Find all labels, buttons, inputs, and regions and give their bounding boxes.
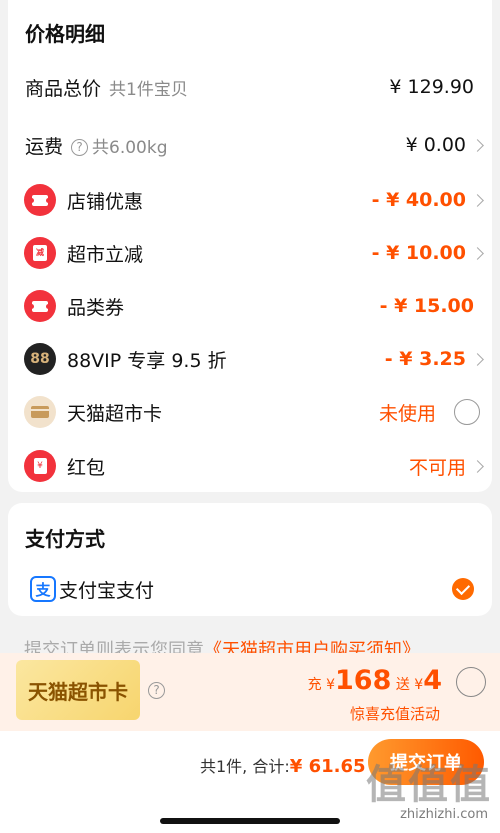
payment-option-alipay[interactable]: 支 支付宝支付: [8, 569, 492, 609]
category-coupon-label: 品类券: [67, 296, 125, 319]
selected-check-icon[interactable]: [452, 578, 474, 600]
row-shop-discount[interactable]: 店铺优惠 - ¥ 40.00: [8, 180, 492, 220]
shop-coupon-icon: [24, 184, 56, 216]
total-label: 合计:: [252, 757, 290, 776]
shipping-label: 运费: [25, 135, 64, 158]
shop-discount-label: 店铺优惠: [67, 190, 144, 213]
category-coupon-icon: [24, 290, 56, 322]
chevron-right-icon: [471, 352, 484, 366]
payment-method-card: 支付方式 支 支付宝支付: [8, 503, 492, 616]
chevron-right-icon: [471, 138, 484, 152]
chevron-right-icon: [471, 246, 484, 260]
category-coupon-value: - ¥ 15.00: [379, 295, 474, 317]
chevron-right-icon: [471, 459, 484, 473]
row-88vip[interactable]: 88 88VIP 专享 9.5 折 - ¥ 3.25: [8, 339, 492, 379]
row-goods-total: 商品总价 共1件宝贝 ¥ 129.90: [8, 67, 492, 107]
chevron-right-icon: [471, 193, 484, 207]
tmall-card-icon: [24, 396, 56, 428]
shop-discount-value: - ¥ 40.00: [371, 189, 466, 211]
red-packet-icon: ¥: [24, 450, 56, 482]
watermark-url: zhizhizhi.com: [400, 807, 488, 822]
row-shipping[interactable]: 运费? 共6.00kg ¥ 0.00: [8, 125, 492, 165]
row-category-coupon[interactable]: 品类券 - ¥ 15.00: [8, 286, 492, 326]
alipay-label: 支付宝支付: [59, 579, 155, 602]
shipping-value: ¥ 0.00: [405, 134, 466, 156]
price-detail-title: 价格明细: [25, 22, 105, 46]
home-indicator: [160, 818, 340, 824]
recharge-description: 惊喜充值活动: [349, 705, 440, 723]
red-packet-label: 红包: [67, 456, 106, 479]
tmall-card-label: 天猫超市卡: [67, 402, 163, 425]
payment-title: 支付方式: [25, 527, 105, 551]
88vip-label: 88VIP 专享 9.5 折: [67, 349, 227, 372]
supermarket-discount-icon: 减: [24, 237, 56, 269]
tmall-card-status: 未使用: [378, 402, 436, 425]
shipping-weight-text: 共6.00kg: [92, 137, 168, 158]
88vip-value: - ¥ 3.25: [384, 348, 466, 370]
order-total: 共1件, 合计:¥ 61.65: [200, 753, 366, 777]
price-detail-card: 价格明细 商品总价 共1件宝贝 ¥ 129.90 运费? 共6.00kg ¥ 0.0…: [8, 0, 492, 492]
tmall-card-badge: 天猫超市卡: [16, 660, 140, 720]
recharge-radio[interactable]: [456, 667, 486, 697]
help-icon[interactable]: ?: [71, 138, 89, 156]
row-supermarket-discount[interactable]: 减 超市立减 - ¥ 10.00: [8, 233, 492, 273]
watermark-logo: 值值值: [366, 762, 492, 808]
watermark: 值值值 zhizhizhi.com: [364, 752, 492, 822]
supermarket-discount-value: - ¥ 10.00: [371, 242, 466, 264]
alipay-icon: 支: [30, 576, 56, 602]
supermarket-discount-label: 超市立减: [67, 243, 144, 266]
total-value: ¥ 61.65: [289, 756, 366, 777]
red-packet-status: 不可用: [408, 456, 466, 479]
recharge-promo-bar[interactable]: 天猫超市卡 ? 充 ¥168 送 ¥4 惊喜充值活动: [0, 653, 500, 731]
goods-total-label: 商品总价: [25, 77, 102, 100]
goods-total-value: ¥ 129.90: [389, 76, 474, 98]
recharge-amount: 充 ¥168 送 ¥4: [307, 665, 442, 696]
row-tmall-card[interactable]: 天猫超市卡 未使用: [8, 392, 492, 432]
row-red-packet[interactable]: ¥ 红包 不可用: [8, 446, 492, 486]
goods-count-text: 共1件宝贝: [109, 79, 188, 100]
item-count: 共1件,: [200, 757, 248, 776]
help-icon[interactable]: ?: [148, 682, 165, 699]
88vip-icon: 88: [24, 343, 56, 375]
tmall-card-radio[interactable]: [454, 399, 480, 425]
